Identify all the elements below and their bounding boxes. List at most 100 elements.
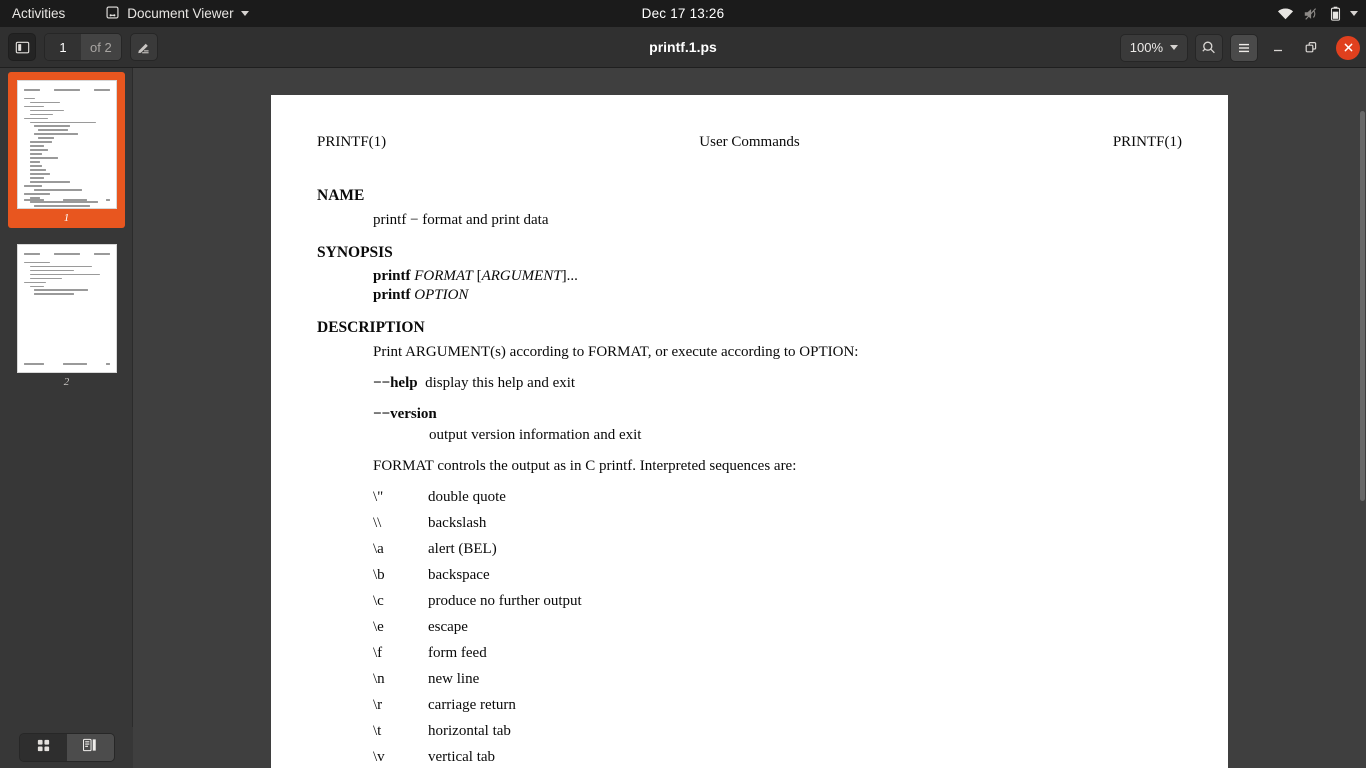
sidebar-toggle-button[interactable] <box>8 33 36 61</box>
page-number-input[interactable]: 1 <box>45 34 81 60</box>
outline-icon <box>82 737 98 758</box>
page-total-label: of 2 <box>81 34 121 60</box>
escape-sequence-key: \t <box>373 722 382 739</box>
escape-sequence-row: \" double quote <box>373 488 1182 505</box>
escape-sequence-description: carriage return <box>428 696 516 713</box>
escape-sequence-description: form feed <box>428 644 487 661</box>
escape-sequence-key: \\ <box>373 514 382 531</box>
man-header-center: User Commands <box>699 134 800 150</box>
escape-sequence-row: \n new line <box>373 670 1182 687</box>
escape-sequence-description: alert (BEL) <box>428 540 497 557</box>
system-tray[interactable] <box>1277 0 1358 27</box>
scrollbar-thumb[interactable] <box>1360 111 1365 501</box>
thumbnail-list[interactable]: 1 2 <box>0 68 133 728</box>
man-page-header: PRINTF(1) User Commands PRINTF(1) <box>317 135 1182 150</box>
escape-sequence-description: backspace <box>428 566 490 583</box>
escape-sequence-row: \b backspace <box>373 566 1182 583</box>
escape-sequence-row: \a alert (BEL) <box>373 540 1182 557</box>
section-heading-name: NAME <box>317 187 365 204</box>
chevron-down-icon <box>240 11 249 16</box>
escape-sequence-key: \v <box>373 748 385 765</box>
escape-sequence-description: horizontal tab <box>428 722 511 739</box>
header-bar-left-group: 1 of 2 <box>0 33 158 61</box>
name-body: printf − format and print data <box>373 211 549 228</box>
escape-sequence-row: \r carriage return <box>373 696 1182 713</box>
synopsis-cmd-2: printf <box>373 287 411 303</box>
section-heading-description: DESCRIPTION <box>317 319 425 336</box>
escape-sequence-row: \f form feed <box>373 644 1182 661</box>
escape-sequence-description: escape <box>428 618 468 635</box>
synopsis-line-2: printf OPTION <box>373 288 1182 303</box>
chevron-down-icon <box>1170 45 1178 50</box>
document-viewer-icon <box>105 5 120 23</box>
maximize-button[interactable] <box>1298 35 1324 61</box>
wifi-icon <box>1277 7 1294 21</box>
activities-button[interactable]: Activities <box>0 0 75 27</box>
thumbnail-label: 1 <box>63 212 70 224</box>
sidebar-footer <box>0 727 133 768</box>
sidebar: 1 2 <box>0 68 133 768</box>
thumbnail-page-1[interactable]: 1 <box>8 72 125 228</box>
header-bar-right-group: 100% <box>1119 27 1360 68</box>
escape-sequence-key: \e <box>373 618 384 635</box>
escape-sequence-key: \r <box>373 696 383 713</box>
synopsis-format: FORMAT <box>414 268 473 284</box>
section-heading-synopsis: SYNOPSIS <box>317 243 393 261</box>
chevron-down-icon[interactable] <box>1350 11 1358 16</box>
document-view[interactable]: PRINTF(1) User Commands PRINTF(1) NAME p… <box>133 68 1366 768</box>
escape-sequence-row: \c produce no further output <box>373 592 1182 609</box>
escape-sequence-description: vertical tab <box>428 748 496 765</box>
escape-sequence-description: produce no further output <box>428 592 582 609</box>
escape-sequence-list: \" double quote \\ backslash \a alert (BEL) \b… <box>317 488 1182 768</box>
document-page: PRINTF(1) User Commands PRINTF(1) NAME p… <box>271 95 1228 768</box>
gnome-top-bar: Activities Document Viewer Dec 17 13:26 <box>0 0 1366 27</box>
clock[interactable]: Dec 17 13:26 <box>563 6 803 21</box>
synopsis-option: OPTION <box>414 287 469 303</box>
help-text: display this help and exit <box>425 374 576 391</box>
header-bar: 1 of 2 printf.1.ps 100% <box>0 27 1366 68</box>
sidebar-view-toggle[interactable] <box>18 733 115 762</box>
find-button[interactable] <box>1195 33 1223 62</box>
app-menu-button[interactable]: Document Viewer <box>97 0 256 27</box>
escape-sequence-row: \e escape <box>373 618 1182 635</box>
annotate-button[interactable] <box>129 33 158 61</box>
volume-muted-icon <box>1303 7 1321 21</box>
window-title: printf.1.ps <box>649 39 717 55</box>
synopsis-argument: ARGUMENT <box>481 268 562 284</box>
synopsis-cmd: printf <box>373 268 411 284</box>
description-intro: Print ARGUMENT(s) according to FORMAT, o… <box>373 343 859 360</box>
activities-label: Activities <box>12 6 66 21</box>
page-selector[interactable]: 1 of 2 <box>44 33 122 61</box>
main-menu-button[interactable] <box>1230 33 1258 62</box>
page-thumbnail-image <box>16 80 117 209</box>
page-thumbnail-image <box>16 244 117 373</box>
escape-sequence-description: backslash <box>428 514 487 531</box>
grid-view-button[interactable] <box>19 734 67 761</box>
minimize-button[interactable] <box>1265 35 1291 61</box>
synopsis-bracket-open: [ <box>472 268 482 284</box>
escape-sequence-row: \v vertical tab <box>373 748 1182 765</box>
synopsis-tail: ]... <box>561 268 578 284</box>
escape-sequence-row: \t horizontal tab <box>373 722 1182 739</box>
escape-sequence-key: \f <box>373 644 383 661</box>
grid-icon <box>36 738 51 758</box>
close-button[interactable] <box>1336 35 1360 60</box>
escape-sequence-key: \n <box>373 670 385 687</box>
escape-sequence-description: new line <box>428 670 480 687</box>
thumbnail-page-2[interactable]: 2 <box>8 236 125 392</box>
escape-sequence-key: \" <box>373 488 384 505</box>
battery-icon <box>1330 6 1341 21</box>
escape-sequence-key: \c <box>373 592 384 609</box>
outline-view-button[interactable] <box>66 734 114 761</box>
vertical-scrollbar[interactable] <box>1359 109 1366 768</box>
escape-sequence-row: \\ backslash <box>373 514 1182 531</box>
zoom-level-button[interactable]: 100% <box>1119 33 1188 62</box>
